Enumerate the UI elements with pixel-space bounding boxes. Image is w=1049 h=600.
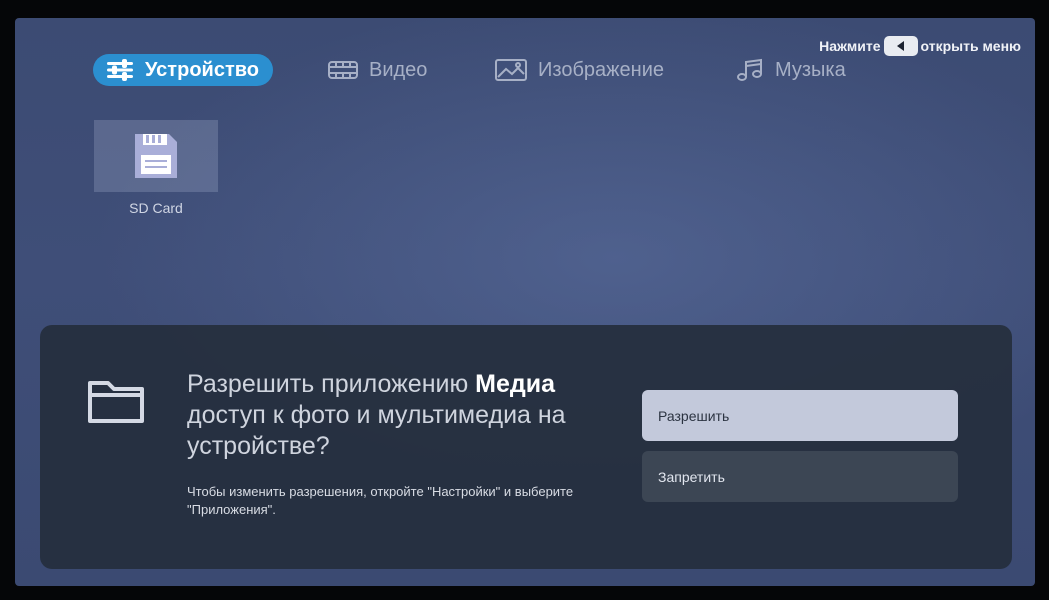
music-note-icon <box>735 58 765 82</box>
tab-device[interactable]: Устройство <box>93 54 273 86</box>
sliders-icon <box>105 58 135 82</box>
tab-device-label: Устройство <box>145 58 259 81</box>
left-arrow-key-icon <box>883 36 918 56</box>
folder-icon <box>88 381 144 423</box>
tab-music-label: Музыка <box>775 58 846 81</box>
sd-card-icon <box>135 134 177 178</box>
film-icon <box>327 59 359 81</box>
image-icon <box>494 58 528 82</box>
menu-hint-prefix: Нажмите <box>819 38 881 54</box>
allow-button[interactable]: Разрешить <box>642 390 958 441</box>
dialog-hint: Чтобы изменить разрешения, откройте "Нас… <box>187 484 574 517</box>
tab-image-label: Изображение <box>538 58 664 81</box>
dialog-title: Разрешить приложению Медиа доступ к фото… <box>187 369 607 462</box>
permission-dialog: Разрешить приложению Медиа доступ к фото… <box>40 325 1012 569</box>
tab-video[interactable]: Видео <box>327 54 427 86</box>
tab-video-label: Видео <box>369 58 428 81</box>
tab-music[interactable]: Музыка <box>735 54 846 86</box>
dialog-title-suffix: доступ к фото и мультимедиа на устройств… <box>187 401 566 460</box>
dialog-title-prefix: Разрешить приложению <box>187 370 476 398</box>
menu-hint: Нажмите открыть меню <box>819 36 1021 56</box>
menu-hint-suffix: открыть меню <box>920 38 1021 54</box>
tv-screen: Нажмите открыть меню Устройство Видео Из… <box>15 18 1035 586</box>
tab-image[interactable]: Изображение <box>494 54 664 86</box>
dialog-title-app: Медиа <box>475 370 556 398</box>
sd-card-tile[interactable] <box>94 120 218 192</box>
sd-card-label: SD Card <box>129 200 183 216</box>
deny-button[interactable]: Запретить <box>642 451 958 502</box>
